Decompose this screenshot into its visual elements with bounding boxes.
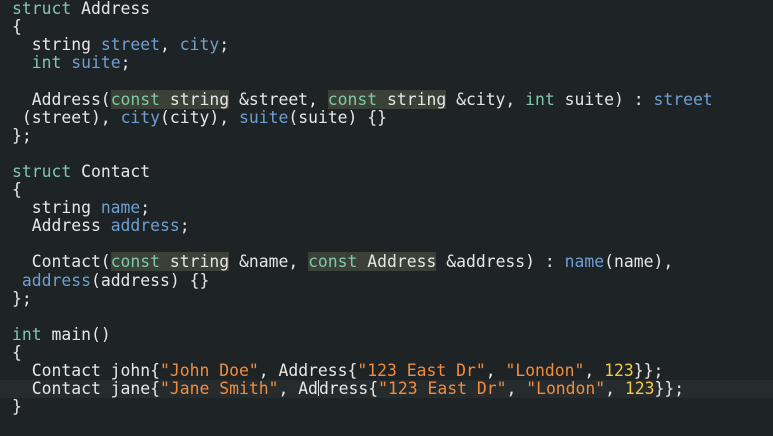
code-token: name: [100, 198, 141, 218]
code-token: ;: [140, 198, 151, 218]
code-token: ;: [120, 53, 131, 73]
code-token: }};: [654, 379, 685, 399]
code-line-19[interactable]: int main(): [12, 324, 111, 344]
code-token: int: [525, 89, 555, 109]
code-token: ,: [605, 379, 625, 399]
code-token: Contact: [71, 161, 151, 181]
code-token: city: [120, 107, 161, 127]
code-token: string: [12, 35, 101, 55]
code-token: suite) :: [554, 89, 654, 109]
code-token: (suite) {}: [288, 107, 388, 127]
code-token: string: [12, 198, 101, 218]
code-token: Address: [12, 216, 111, 236]
code-token: &street,: [229, 89, 328, 109]
code-token: Address: [71, 0, 151, 18]
code-token: ;: [219, 35, 230, 55]
code-line-15[interactable]: Contact(const string &name, const Addres…: [12, 252, 674, 272]
code-line-22[interactable]: Contact jane{"Jane Smith", Address{"123 …: [0, 379, 773, 399]
code-token: &city,: [446, 89, 526, 109]
code-token: struct: [12, 0, 72, 18]
code-token: ,: [485, 361, 506, 380]
code-token: string: [160, 89, 230, 109]
code-token: };: [12, 125, 32, 145]
code-token: "Jane Smith": [160, 379, 279, 399]
code-token: const: [110, 252, 161, 272]
code-line-2[interactable]: {: [12, 18, 22, 36]
code-token: , Ad: [278, 379, 318, 399]
code-token: 123: [604, 361, 634, 380]
code-token: address: [21, 270, 91, 290]
code-token: {: [12, 180, 22, 199]
code-token: city: [179, 35, 220, 55]
code-token: };: [12, 288, 32, 308]
code-line-20[interactable]: {: [12, 342, 22, 362]
code-line-16[interactable]: address(address) {}: [12, 270, 210, 290]
code-token: (name),: [604, 252, 674, 272]
code-token: (street),: [12, 107, 121, 127]
code-token: struct: [12, 161, 72, 181]
code-token: 123: [624, 379, 655, 399]
code-token: const: [110, 89, 161, 109]
code-token: Contact(: [12, 252, 111, 272]
code-token: }};: [633, 361, 664, 380]
code-token: main(): [41, 324, 111, 344]
code-token: const: [327, 89, 378, 109]
code-token: ;: [179, 216, 190, 236]
code-token: suite: [239, 107, 289, 127]
code-token: street: [100, 35, 161, 55]
code-line-6[interactable]: Address(const string &street, const stri…: [12, 89, 713, 109]
code-token: (address) {}: [90, 270, 210, 290]
code-line-12[interactable]: string name;: [12, 199, 150, 217]
code-token: string: [377, 89, 447, 109]
code-token: dress{: [318, 379, 379, 399]
code-token: ,: [584, 361, 605, 380]
code-line-4[interactable]: int suite;: [12, 53, 131, 73]
code-token: string: [160, 252, 230, 272]
code-token: address: [110, 216, 180, 236]
code-token: (city),: [160, 107, 239, 127]
code-line-13[interactable]: Address address;: [12, 217, 190, 235]
code-token: }: [12, 397, 22, 417]
code-token: Address: [357, 252, 437, 272]
code-token: int: [31, 53, 62, 73]
code-token: int: [12, 324, 42, 344]
code-token: "London": [526, 379, 606, 399]
code-token: Contact jane{: [12, 379, 161, 399]
code-token: {: [12, 17, 22, 37]
code-token: ,: [160, 35, 180, 55]
code-line-8[interactable]: };: [12, 125, 32, 145]
code-line-23[interactable]: }: [12, 398, 22, 416]
code-line-10[interactable]: struct Contact: [12, 161, 151, 181]
code-token: name: [564, 252, 605, 272]
code-token: &address) :: [436, 252, 565, 272]
code-token: , Address{: [258, 361, 358, 380]
code-token: "London": [505, 361, 585, 380]
code-token: "John Doe": [160, 361, 259, 380]
code-token: suite: [71, 53, 121, 73]
code-token: "123 East Dr": [357, 361, 486, 380]
code-token: const: [308, 252, 358, 272]
code-token: &name,: [229, 252, 309, 272]
code-token: ,: [506, 379, 527, 399]
code-line-21[interactable]: Contact john{"John Doe", Address{"123 Ea…: [12, 361, 664, 380]
code-token: {: [12, 342, 22, 362]
code-token: "123 East Dr": [378, 379, 507, 399]
code-token: Address(: [12, 89, 111, 109]
code-line-17[interactable]: };: [12, 288, 32, 308]
code-line-7[interactable]: (street), city(city), suite(suite) {}: [12, 107, 388, 127]
code-token: Contact john{: [12, 361, 161, 380]
code-line-1[interactable]: struct Address: [12, 0, 150, 18]
code-line-11[interactable]: {: [12, 181, 22, 199]
code-editor[interactable]: struct Address{ string street, city; int…: [0, 0, 773, 436]
code-line-3[interactable]: string street, city;: [12, 36, 229, 54]
code-token: street: [653, 89, 713, 109]
